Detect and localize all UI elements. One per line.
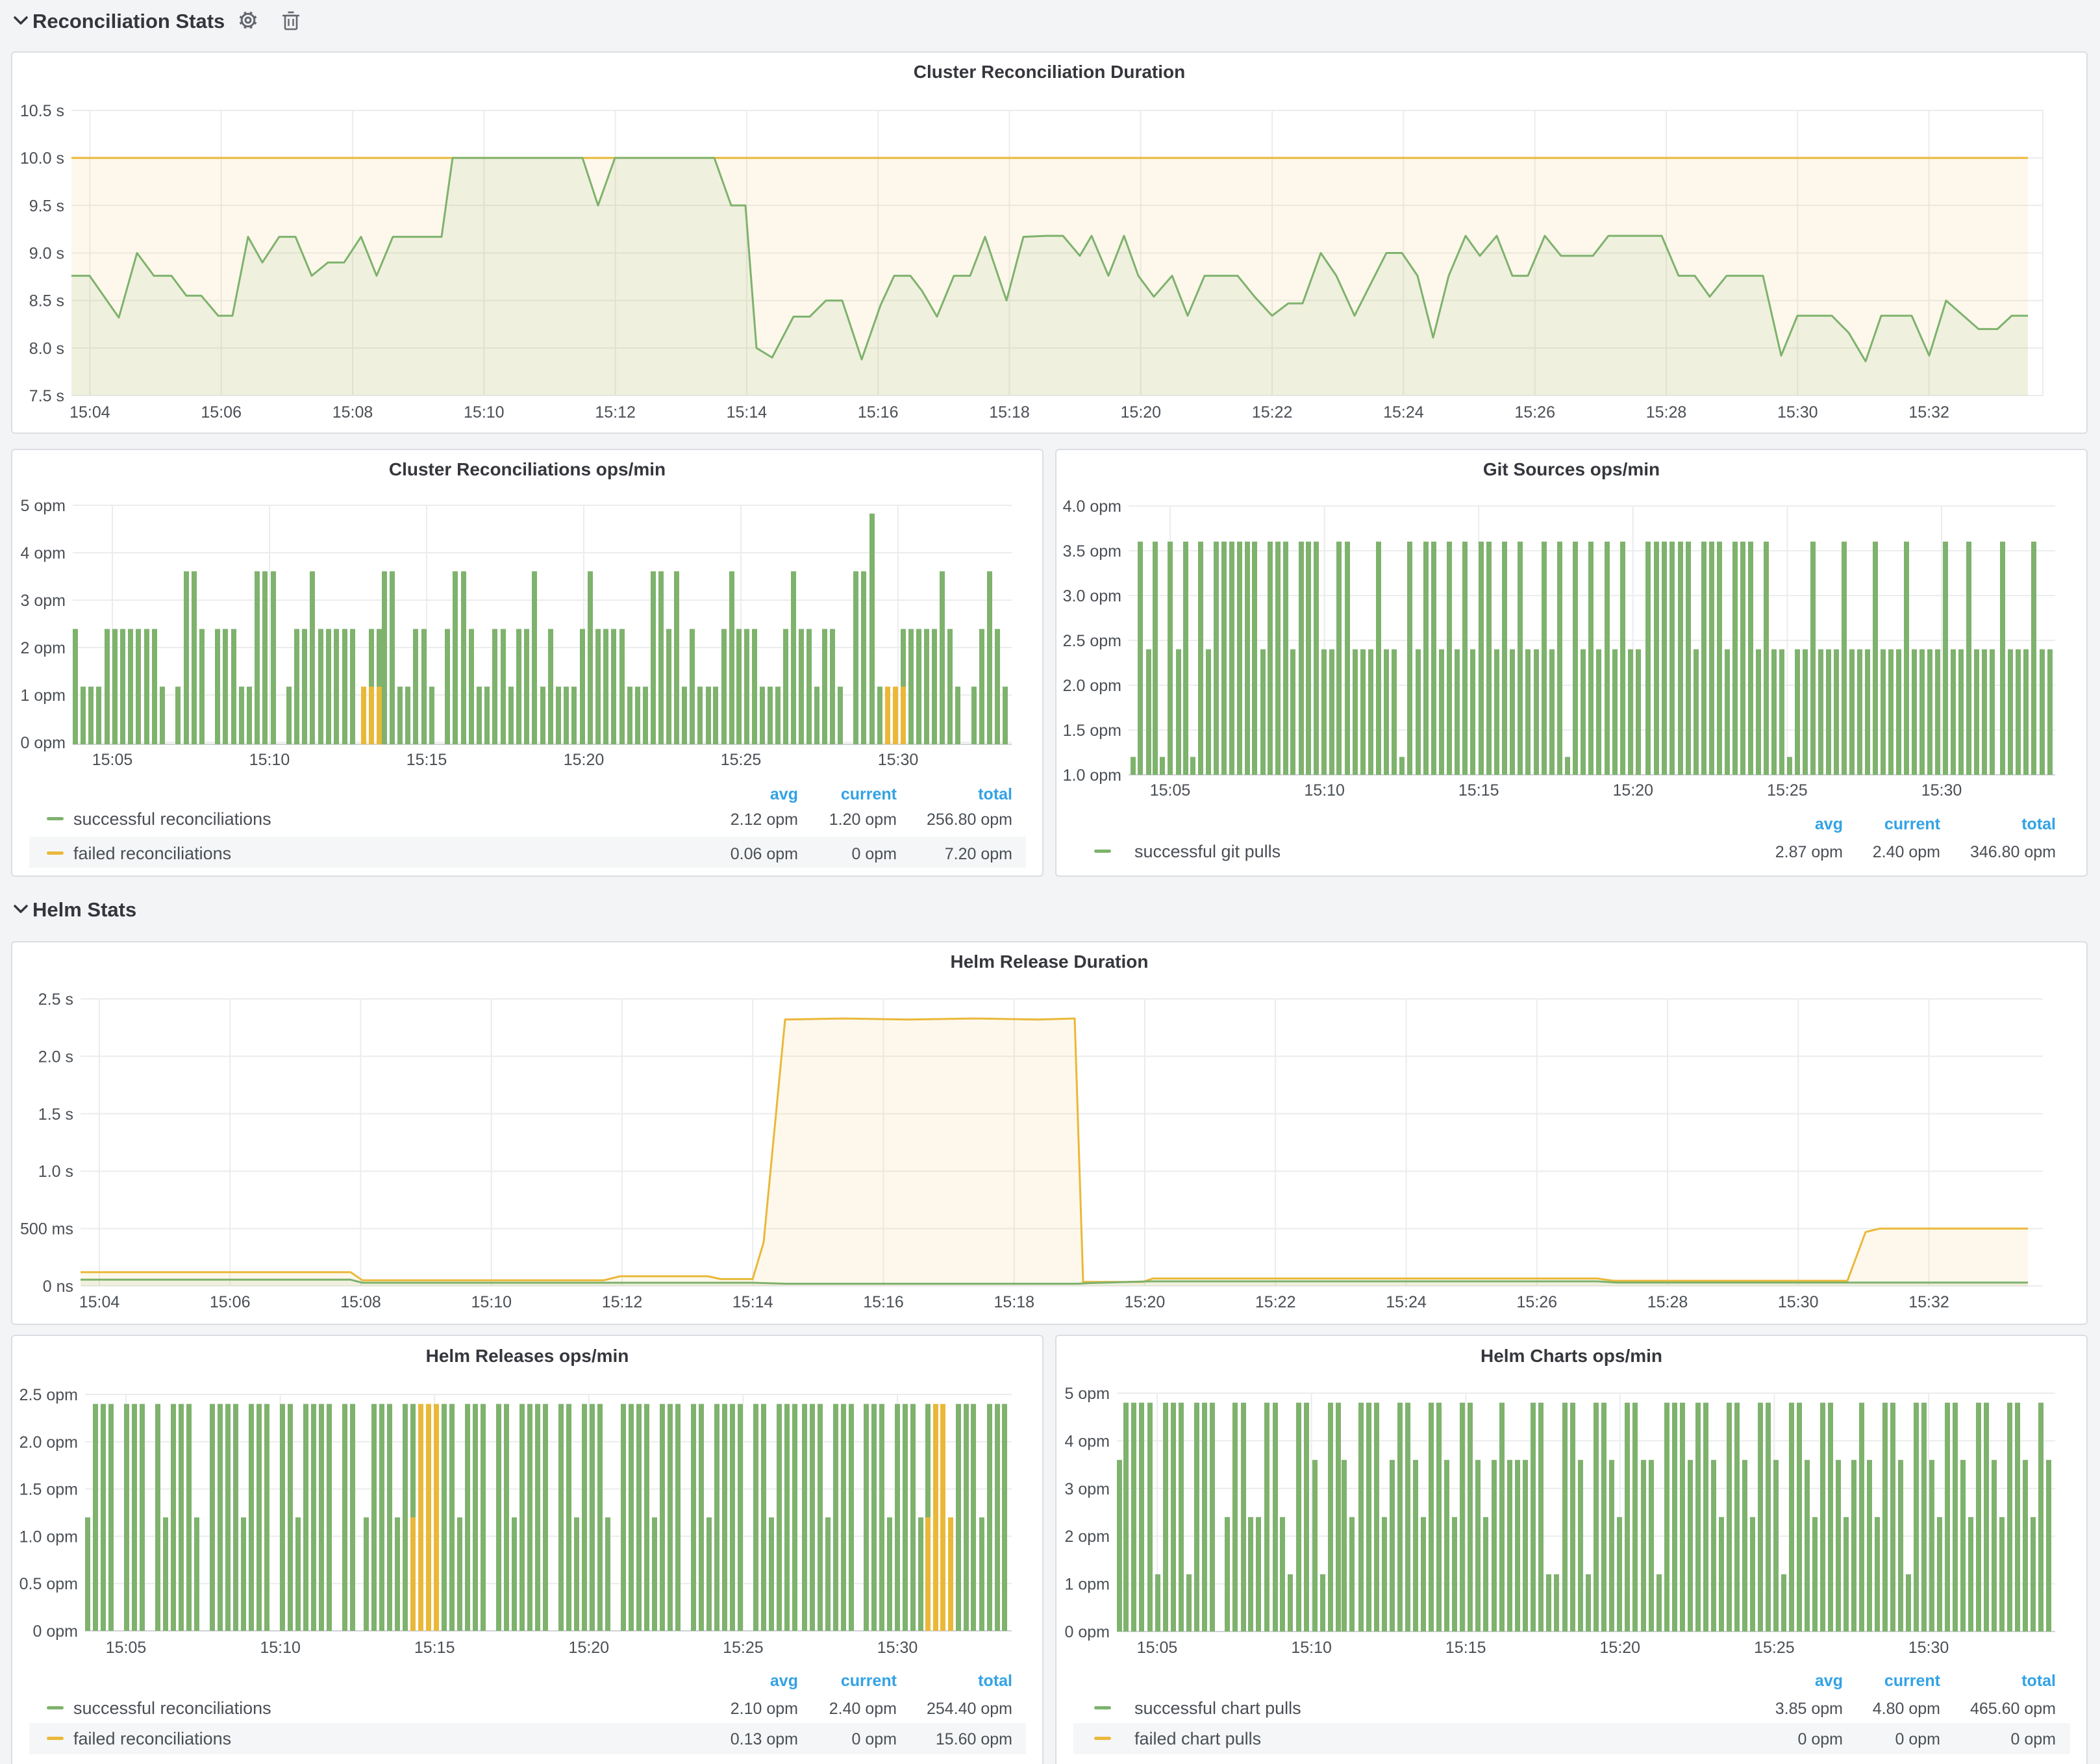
- svg-text:Reconciliation Stats: Reconciliation Stats: [32, 10, 225, 32]
- svg-text:Helm Stats: Helm Stats: [32, 898, 136, 921]
